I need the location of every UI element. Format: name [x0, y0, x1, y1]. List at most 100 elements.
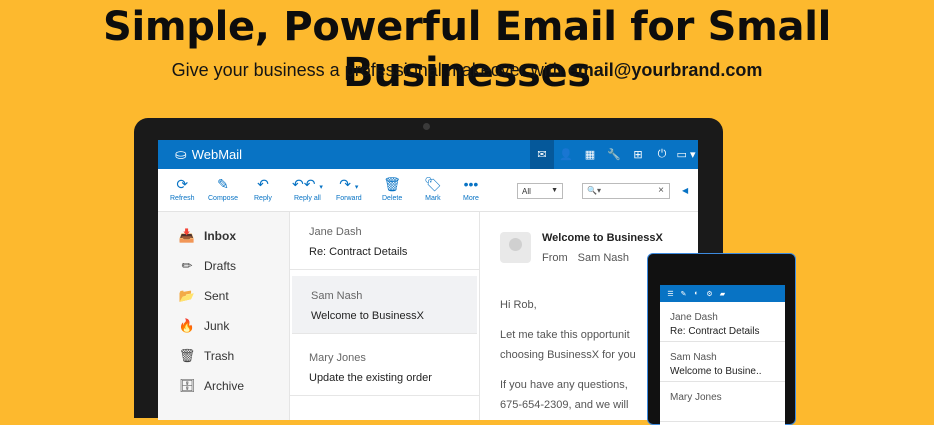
fire-icon: 🔥: [178, 318, 196, 333]
webmail-brand: ⛀ WebMail: [175, 146, 242, 163]
collapse-left-icon[interactable]: ◀: [682, 186, 688, 195]
reader-from-label: From: [542, 252, 568, 264]
message-sender: Jane Dash: [670, 312, 718, 323]
phone-message-item[interactable]: Mary Jones: [660, 384, 785, 422]
reply-all-button[interactable]: ↶↶ ▾ Reply all: [292, 176, 323, 203]
clear-search-icon[interactable]: ×: [658, 185, 664, 196]
message-subject: Update the existing order: [309, 372, 432, 384]
forward-label: Forward: [336, 195, 362, 202]
folder-label: Inbox: [204, 229, 236, 243]
folder-label: Junk: [204, 319, 230, 333]
compose-button[interactable]: ✎ Compose: [208, 177, 238, 203]
folder-label: Trash: [204, 349, 235, 363]
phone-mockup: ☰ ✎ ◐ ⚙ ▰ Jane Dash Re: Contract Details…: [647, 253, 796, 425]
message-subject: Welcome to Busine..: [670, 366, 762, 377]
mark-button[interactable]: 🏷 Mark: [424, 176, 442, 203]
display-menu-icon[interactable]: ▭ ▾: [674, 140, 698, 169]
compose-label: Compose: [208, 195, 238, 202]
folder-inbox[interactable]: 📥 Inbox: [178, 226, 236, 246]
more-dots-icon: •••: [463, 176, 479, 192]
message-sender: Jane Dash: [309, 226, 362, 238]
laptop-mockup: ⛀ WebMail ✉ 👤 ▦ 🔧 ⊞ ⏻ ▭ ▾ ⟳ Refresh ✎ Co…: [134, 118, 723, 420]
folder-archive[interactable]: 🗄 Archive: [178, 376, 244, 396]
folder-label: Archive: [204, 379, 245, 393]
page-headline: Simple, Powerful Email for Small Busines…: [102, 4, 832, 96]
trash-icon: 🗑: [178, 348, 196, 363]
reader-from: From Sam Nash: [542, 252, 629, 264]
webmail-brand-label: WebMail: [191, 147, 243, 162]
message-sender: Mary Jones: [309, 352, 366, 364]
mail-icon[interactable]: ✉: [530, 140, 554, 169]
message-subject: Welcome to BusinessX: [311, 310, 424, 322]
refresh-icon: ⟳: [176, 176, 189, 192]
calendar-icon[interactable]: ▦: [578, 140, 602, 169]
reader-subject: Welcome to BusinessX: [542, 232, 663, 244]
menu-icon[interactable]: ☰: [664, 290, 677, 298]
folder-open-icon: 📂: [178, 288, 196, 303]
reply-all-icon: ↶↶ ▾: [292, 176, 323, 192]
page-subheadline: Give your business a professional makeov…: [0, 60, 934, 81]
message-list-item[interactable]: Sam Nash Welcome to BusinessX: [292, 276, 477, 334]
forward-button[interactable]: ↷ ▾ Forward: [336, 177, 362, 203]
phone-screen: ☰ ✎ ◐ ⚙ ▰ Jane Dash Re: Contract Details…: [660, 285, 785, 425]
message-list-item[interactable]: Mary Jones Update the existing order: [290, 338, 479, 396]
laptop-camera: [423, 123, 430, 130]
trash-icon: 🗑: [383, 176, 401, 192]
power-icon[interactable]: ⏻: [650, 140, 674, 169]
reader-greeting: Hi Rob,: [500, 299, 537, 311]
archive-icon: 🗄: [178, 378, 196, 393]
delete-label: Delete: [382, 195, 403, 202]
refresh-button[interactable]: ⟳ Refresh: [170, 176, 195, 203]
reader-body-line: 675-654-2309, and we will: [500, 399, 629, 411]
mailbox-icon: ⛀: [175, 146, 187, 162]
gear-icon[interactable]: ⚙: [703, 290, 716, 298]
subheadline-email: email@yourbrand.com: [567, 60, 763, 80]
folder-drafts[interactable]: ✏ Drafts: [178, 256, 236, 276]
toggle-icon[interactable]: ◐: [690, 290, 703, 297]
tag-icon: 🏷: [424, 176, 442, 192]
settings-wrench-icon[interactable]: 🔧: [602, 140, 626, 169]
reply-icon: ↶: [257, 176, 269, 192]
folder-icon[interactable]: ▰: [716, 290, 729, 298]
phone-message-item[interactable]: Jane Dash Re: Contract Details: [660, 304, 785, 342]
contacts-icon[interactable]: 👤: [554, 140, 578, 169]
message-sender: Sam Nash: [670, 352, 717, 363]
inbox-icon: 📥: [178, 228, 196, 243]
more-label: More: [463, 195, 479, 202]
reader-body-line: Let me take this opportunit: [500, 329, 630, 341]
search-icon: 🔍▾: [587, 186, 601, 195]
message-list-item[interactable]: Jane Dash Re: Contract Details: [290, 212, 479, 270]
message-subject: Re: Contract Details: [309, 246, 408, 258]
chevron-down-icon: ▼: [551, 187, 558, 194]
webmail-toolbar: ⟳ Refresh ✎ Compose ↶ Reply ↶↶ ▾ Reply a…: [158, 169, 698, 212]
topbar-icons: ✉ 👤 ▦ 🔧 ⊞ ⏻ ▭ ▾: [530, 140, 698, 169]
delete-button[interactable]: 🗑 Delete: [382, 176, 403, 203]
pencil-icon[interactable]: ✎: [677, 290, 690, 298]
reply-all-label: Reply all: [294, 195, 321, 202]
folder-sent[interactable]: 📂 Sent: [178, 286, 229, 306]
reply-button[interactable]: ↶ Reply: [254, 176, 272, 203]
pencil-icon: ✏: [181, 258, 193, 273]
phone-topbar: ☰ ✎ ◐ ⚙ ▰: [660, 285, 785, 302]
reader-body-line: choosing BusinessX for you: [500, 349, 636, 361]
webmail-screen: ⛀ WebMail ✉ 👤 ▦ 🔧 ⊞ ⏻ ▭ ▾ ⟳ Refresh ✎ Co…: [158, 140, 698, 420]
reply-label: Reply: [254, 195, 272, 202]
message-sender: Sam Nash: [311, 290, 363, 302]
folder-junk[interactable]: 🔥 Junk: [178, 316, 229, 336]
message-filter-select[interactable]: All ▼: [517, 183, 563, 199]
subheadline-text: Give your business a professional makeov…: [171, 60, 568, 80]
folder-trash[interactable]: 🗑 Trash: [178, 346, 235, 366]
reader-from-name[interactable]: Sam Nash: [578, 252, 629, 264]
message-sender: Mary Jones: [670, 392, 722, 403]
message-list: Jane Dash Re: Contract Details Sam Nash …: [290, 212, 480, 420]
folder-sidebar: 📥 Inbox ✏ Drafts 📂 Sent 🔥 Junk 🗑 Trash 🗄: [158, 212, 290, 420]
add-icon[interactable]: ⊞: [626, 140, 650, 169]
search-input[interactable]: 🔍▾ ×: [582, 183, 670, 199]
webmail-topbar: ⛀ WebMail ✉ 👤 ▦ 🔧 ⊞ ⏻ ▭ ▾: [158, 140, 698, 169]
phone-message-item[interactable]: Sam Nash Welcome to Busine..: [660, 344, 785, 382]
filter-select-value: All: [522, 187, 531, 196]
more-button[interactable]: ••• More: [463, 176, 479, 203]
avatar: [500, 232, 531, 263]
refresh-label: Refresh: [170, 195, 195, 202]
folder-label: Sent: [204, 289, 229, 303]
